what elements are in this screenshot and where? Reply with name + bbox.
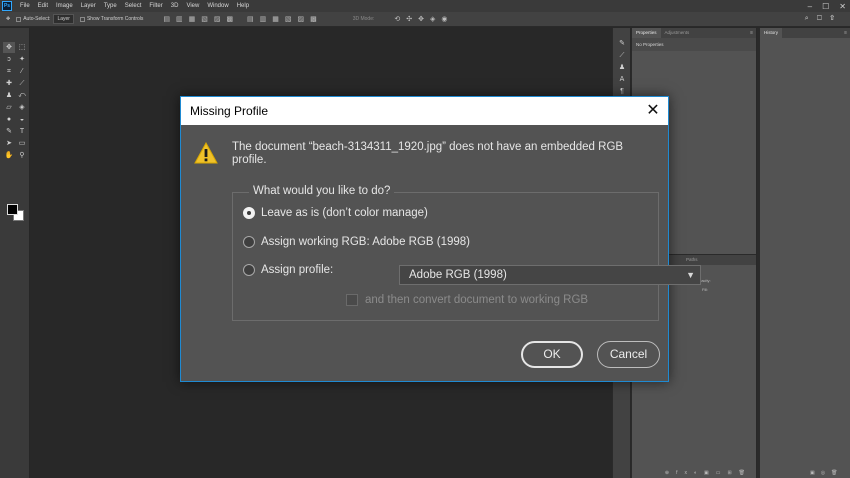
tab-paths[interactable]: Paths [682,255,702,265]
dialog-message: The document “beach-3134311_1920.jpg” do… [232,141,624,166]
ok-button[interactable]: OK [521,341,583,368]
3d-mode-icons[interactable]: ⟲✣✥◈◉ [394,15,453,23]
profile-select[interactable]: Adobe RGB (1998) ▼ [399,265,701,285]
option-assign-profile-label: Assign profile: [261,264,334,276]
auto-select-label: Auto-Select: [23,16,51,22]
radio-assign-profile[interactable] [243,264,255,276]
magic-wand-icon[interactable]: ✦ [16,54,28,65]
no-properties-label: No Properties [632,38,756,51]
move-tool-icon[interactable]: ✥ [6,16,10,22]
brush-settings-icon[interactable]: ✎ [613,38,631,50]
minimize-button[interactable]: – [808,2,812,11]
menu-view[interactable]: View [182,3,203,9]
panel-menu-icon[interactable]: ≡ [750,30,753,36]
history-panel: History ≡ ▣◎🗑 [759,28,850,478]
zoom-icon[interactable]: ⚲ [16,150,28,161]
dodge-icon[interactable]: ◒ [16,114,28,125]
healing-brush-icon[interactable]: ✚ [3,78,15,89]
auto-select-dropdown[interactable]: Layer [53,14,74,24]
paint-bucket-icon[interactable]: ◈ [16,102,28,113]
options-group: What would you like to do? Leave as is (… [232,185,701,321]
convert-label: and then convert document to working RGB [365,294,589,306]
menu-type[interactable]: Type [100,3,121,9]
auto-select-checkbox[interactable] [16,16,22,22]
foreground-color-swatch[interactable] [7,204,18,215]
chevron-down-icon: ▼ [686,270,695,280]
photoshop-logo: Ps [2,1,12,11]
marquee-icon[interactable]: ⬚ [16,42,28,53]
option-leave-as-is[interactable]: Leave as is (don’t color manage) [243,207,428,219]
window-controls: – ☐ ✕ [808,0,846,12]
history-menu-icon[interactable]: ≡ [844,30,847,36]
history-footer-icons[interactable]: ▣◎🗑 [810,470,843,476]
layers-footer-icons[interactable]: ⊕fx◐▣▭⊞🗑 [632,470,756,476]
transform-controls-checkbox[interactable] [79,16,85,22]
brush-icon[interactable]: ⟋ [16,78,28,89]
character-icon[interactable]: A [613,74,631,86]
hand-icon[interactable]: ✋ [3,150,15,161]
3d-mode-label: 3D Mode: [352,16,375,22]
option-leave-as-is-label: Leave as is (don’t color manage) [261,207,428,219]
maximize-button[interactable]: ☐ [822,2,829,11]
cancel-button[interactable]: Cancel [597,341,660,368]
option-assign-working-rgb[interactable]: Assign working RGB: Adobe RGB (1998) [243,236,470,248]
radio-leave-as-is[interactable] [243,207,255,219]
menu-image[interactable]: Image [52,3,77,9]
menu-help[interactable]: Help [233,3,253,9]
rectangle-icon[interactable]: ▭ [16,138,28,149]
close-window-button[interactable]: ✕ [839,2,846,11]
eyedropper-icon[interactable]: ⁄ [16,66,28,77]
clone-source-icon[interactable]: ♟ [613,62,631,74]
convert-checkbox [346,294,358,306]
missing-profile-dialog: Missing Profile ✕ The document “beach-31… [180,96,701,382]
tab-properties[interactable]: Properties [632,28,661,38]
type-icon[interactable]: T [16,126,28,137]
close-icon[interactable]: ✕ [638,97,668,125]
pen-icon[interactable]: ✎ [3,126,15,137]
convert-option: and then convert document to working RGB [346,294,588,306]
warning-icon [194,142,218,164]
options-bar: ✥ Auto-Select: Layer Show Transform Cont… [0,12,850,27]
eraser-icon[interactable]: ▱ [3,102,15,113]
lasso-icon[interactable]: ↄ [3,54,15,65]
dialog-titlebar: Missing Profile ✕ [181,97,668,125]
align-icons[interactable]: ▤▥▦▧▨▩ ▤▥▦▧▨▩ [163,15,322,23]
option-assign-working-rgb-label: Assign working RGB: Adobe RGB (1998) [261,236,471,248]
blur-icon[interactable]: ● [3,114,15,125]
menu-layer[interactable]: Layer [77,3,100,9]
menu-file[interactable]: File [16,3,34,9]
fill-label: Fill: [702,287,709,292]
menu-window[interactable]: Window [203,3,232,9]
options-group-label: What would you like to do? [249,185,395,197]
menu-filter[interactable]: Filter [145,3,166,9]
toolbox: ✥ ⬚ ↄ ✦ ⌗ ⁄ ✚ ⟋ ♟ ⤺ ▱ ◈ ● ◒ ✎ T ➤ ▭ ✋ ⚲ [0,28,30,478]
crop-icon[interactable]: ⌗ [3,66,15,77]
tab-history[interactable]: History [760,28,783,38]
menu-3d[interactable]: 3D [167,3,183,9]
profile-select-value: Adobe RGB (1998) [409,269,507,281]
search-icon[interactable]: ⌕▢⇧ [805,15,842,23]
option-assign-profile[interactable]: Assign profile: [243,264,333,276]
radio-assign-working-rgb[interactable] [243,236,255,248]
path-select-icon[interactable]: ➤ [3,138,15,149]
tab-adjustments[interactable]: Adjustments [661,28,694,38]
menu-select[interactable]: Select [121,3,146,9]
dialog-title: Missing Profile [190,104,269,118]
history-brush-icon[interactable]: ⤺ [16,90,28,101]
menu-bar: Ps File Edit Image Layer Type Select Fil… [0,0,850,12]
clone-stamp-icon[interactable]: ♟ [3,90,15,101]
brushes-icon[interactable]: ⟋ [613,50,631,62]
menu-edit[interactable]: Edit [34,3,52,9]
transform-controls-label: Show Transform Controls [86,16,144,22]
move-icon[interactable]: ✥ [3,42,15,53]
